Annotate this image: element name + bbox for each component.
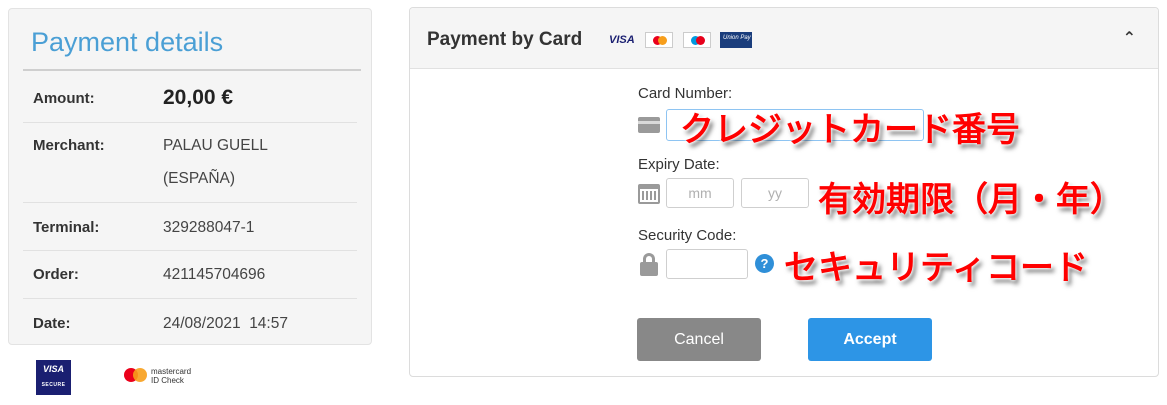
card-panel-title: Payment by Card (427, 29, 583, 50)
expiry-month-input[interactable] (666, 178, 734, 208)
merchant-row: Merchant: PALAU GUELL (ESPAÑA) (23, 123, 357, 203)
annotation-card-number: クレジットカード番号 (680, 110, 1020, 150)
visa-secure-text: VISA (42, 364, 64, 374)
date-value: 24/08/2021 14:57 (163, 315, 288, 332)
mastercard-brand-icon (645, 32, 673, 48)
amount-value: 20,00 € (163, 86, 234, 109)
calendar-icon (638, 184, 660, 204)
terminal-row: Terminal: 329288047-1 (23, 203, 357, 251)
terminal-value: 329288047-1 (163, 219, 255, 236)
order-value: 421145704696 (163, 266, 266, 283)
unionpay-brand-icon: Union Pay (720, 32, 752, 48)
mastercard-id-check-text: mastercard ID Check (151, 367, 192, 385)
amount-label: Amount: (33, 90, 95, 107)
merchant-value-line1: PALAU GUELL (163, 137, 268, 154)
cancel-button[interactable]: Cancel (637, 318, 761, 361)
date-row: Date: 24/08/2021 14:57 (23, 299, 357, 345)
order-row: Order: 421145704696 (23, 251, 357, 299)
payment-details-title: Payment details (31, 27, 224, 57)
security-code-input[interactable] (666, 249, 748, 279)
merchant-value-line2: (ESPAÑA) (163, 170, 236, 187)
date-label: Date: (33, 315, 71, 332)
terminal-label: Terminal: (33, 219, 100, 236)
maestro-brand-icon (683, 32, 711, 48)
security-code-label: Security Code: (638, 227, 737, 244)
annotation-security-code: セキュリティコード (784, 248, 1088, 288)
mastercard-orange-circle (133, 368, 147, 382)
visa-brand-icon: VISA (609, 34, 635, 46)
credit-card-icon (638, 117, 660, 133)
card-panel-header[interactable]: Payment by Card VISA Union Pay ⌃ (410, 8, 1158, 69)
lock-icon (640, 253, 658, 276)
expiry-year-input[interactable] (741, 178, 809, 208)
order-label: Order: (33, 266, 79, 283)
collapse-chevron-icon[interactable]: ⌃ (1123, 28, 1136, 48)
amount-row: Amount: 20,00 € (23, 75, 357, 123)
mastercard-id-check-logo: mastercard ID Check (124, 367, 204, 389)
merchant-label: Merchant: (33, 137, 105, 154)
payment-details-panel: Payment details Amount: 20,00 € Merchant… (8, 8, 372, 345)
card-number-label: Card Number: (638, 85, 733, 102)
help-icon[interactable]: ? (755, 254, 774, 273)
visa-secure-logo: VISA SECURE (36, 360, 71, 395)
visa-secure-subtext: SECURE (41, 382, 66, 388)
expiry-date-label: Expiry Date: (638, 156, 720, 173)
title-divider (23, 69, 361, 71)
annotation-expiry: 有効期限（月・年） (818, 180, 1124, 220)
accept-button[interactable]: Accept (808, 318, 932, 361)
